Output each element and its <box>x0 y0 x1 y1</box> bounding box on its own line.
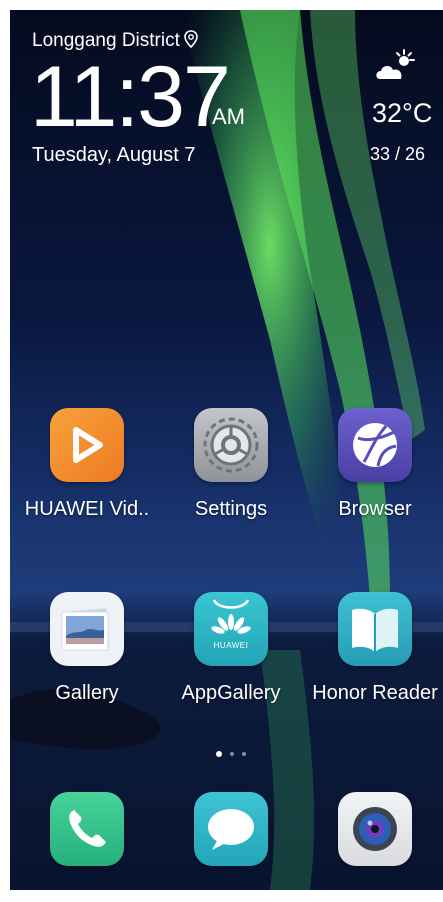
app-appgallery[interactable]: HUAWEI AppGallery <box>161 592 301 705</box>
app-settings[interactable]: Settings <box>161 408 301 521</box>
app-gallery[interactable]: Gallery <box>17 592 157 705</box>
page-dot-active[interactable] <box>216 751 222 757</box>
page-indicator[interactable] <box>212 743 250 761</box>
location-pin-icon <box>184 30 198 49</box>
app-label: Gallery <box>55 682 119 704</box>
location-text: Longgang District <box>32 30 180 51</box>
svg-text:HUAWEI: HUAWEI <box>214 641 249 650</box>
browser-globe-icon <box>338 408 412 482</box>
appgallery-icon: HUAWEI <box>194 592 268 666</box>
settings-gear-icon <box>194 408 268 482</box>
temperature-range: 33 / 26 <box>370 144 426 164</box>
app-label: HUAWEI Vid.. <box>24 498 150 520</box>
page-dot[interactable] <box>242 752 246 756</box>
app-label: Honor Reader <box>312 682 438 704</box>
dock-messages[interactable] <box>161 792 301 866</box>
page-dot[interactable] <box>230 752 234 756</box>
dock-phone[interactable] <box>17 792 157 866</box>
huawei-video-icon <box>50 408 124 482</box>
camera-icon <box>338 792 412 866</box>
dock-camera[interactable] <box>305 792 443 866</box>
temperature[interactable]: 32°C <box>372 98 432 129</box>
app-huawei-video[interactable]: HUAWEI Vid.. <box>17 408 157 521</box>
reader-book-icon <box>338 592 412 666</box>
messages-icon <box>194 792 268 866</box>
app-label: Browser <box>338 498 412 520</box>
app-browser[interactable]: Browser <box>305 408 443 521</box>
clock-ampm: AM <box>212 104 245 129</box>
partly-cloudy-icon[interactable] <box>374 48 418 87</box>
app-label: AppGallery <box>181 682 281 704</box>
phone-icon <box>50 792 124 866</box>
gallery-icon <box>50 592 124 666</box>
app-honor-reader[interactable]: Honor Reader <box>305 592 443 705</box>
app-label: Settings <box>194 498 268 520</box>
home-screen: Longgang District 11:37 AM Tuesday, Augu… <box>10 10 443 890</box>
date-label: Tuesday, August 7 <box>32 144 196 166</box>
clock-time[interactable]: 11:37 <box>30 54 231 140</box>
